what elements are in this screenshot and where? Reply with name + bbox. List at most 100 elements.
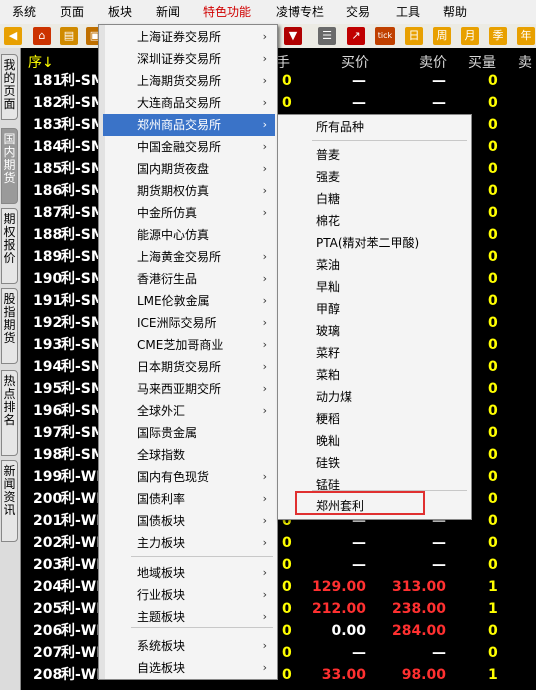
menu-7[interactable]: 工具	[396, 0, 420, 24]
column-header-sell[interactable]: 卖价	[419, 52, 447, 72]
menu-item-28[interactable]: 自选板块 ›	[103, 657, 275, 679]
week-icon[interactable]: 周	[433, 27, 451, 45]
list-view-icon[interactable]: ☰	[318, 27, 336, 45]
back-arrow-icon[interactable]: ◀	[4, 27, 22, 45]
menu-item-5[interactable]: 中国金融交易所 ›	[103, 136, 275, 158]
column-header-buy[interactable]: 买价	[341, 52, 369, 72]
submenu-item-2[interactable]: 强麦	[280, 166, 469, 188]
menu-item-16[interactable]: 马来西亚期交所 ›	[103, 378, 275, 400]
submenu-item-9[interactable]: 玻璃	[280, 320, 469, 342]
home-icon[interactable]: ⌂	[33, 27, 51, 45]
menu-item-label: 上海证券交易所	[137, 30, 222, 44]
side-tab-0[interactable]: 我的页面	[1, 54, 18, 120]
row-seq: 190	[33, 271, 63, 287]
submenu-item-1[interactable]: 普麦	[280, 144, 469, 166]
menu-item-label: 国际贵金属	[137, 426, 198, 440]
submenu-item-label: 硅铁	[316, 456, 341, 470]
side-tab-2[interactable]: 期权报价	[1, 208, 18, 284]
row-vol: 0	[488, 359, 498, 375]
chevron-right-icon: ›	[262, 184, 267, 197]
menu-4[interactable]: 特色功能	[203, 0, 251, 24]
row-vol: 0	[488, 337, 498, 353]
row-sell: 98.00	[401, 667, 446, 683]
row-buy: 129.00	[311, 579, 366, 595]
menu-item-18[interactable]: 国际贵金属	[103, 422, 275, 444]
menu-item-26[interactable]: 主题板块 ›	[103, 606, 275, 628]
submenu-item-4[interactable]: 棉花	[280, 210, 469, 232]
submenu-item-8[interactable]: 甲醇	[280, 298, 469, 320]
submenu-item-0[interactable]: 所有品种	[280, 116, 469, 138]
menu-item-label: ICE洲际交易所	[137, 316, 217, 330]
day-icon[interactable]: 日	[405, 27, 423, 45]
menu-6[interactable]: 交易	[346, 0, 370, 24]
menu-item-label: 全球外汇	[137, 404, 186, 418]
menu-1[interactable]: 页面	[60, 0, 84, 24]
submenu-item-10[interactable]: 菜籽	[280, 342, 469, 364]
menu-8[interactable]: 帮助	[443, 0, 467, 24]
side-tab-1[interactable]: 国内期货	[1, 128, 18, 204]
menu-item-0[interactable]: 上海证券交易所 ›	[103, 26, 275, 48]
tick-icon[interactable]: tick	[375, 27, 395, 45]
menu-5[interactable]: 凌博专栏	[276, 0, 324, 24]
chart-icon[interactable]: ↗	[347, 27, 365, 45]
menu-item-19[interactable]: 全球指数	[103, 444, 275, 466]
submenu-item-14[interactable]: 晚籼	[280, 430, 469, 452]
menu-3[interactable]: 新闻	[156, 0, 180, 24]
menu-item-12[interactable]: LME伦敦金属 ›	[103, 290, 275, 312]
menu-item-22[interactable]: 国债板块 ›	[103, 510, 275, 532]
submenu-item-3[interactable]: 白糖	[280, 188, 469, 210]
menu-item-14[interactable]: CME芝加哥商业 ›	[103, 334, 275, 356]
year-icon[interactable]: 年	[517, 27, 535, 45]
menu-0[interactable]: 系统	[12, 0, 36, 24]
menu-item-11[interactable]: 香港衍生品 ›	[103, 268, 275, 290]
row-shou: 0	[282, 667, 292, 683]
menu-item-3[interactable]: 大连商品交易所 ›	[103, 92, 275, 114]
menu-item-13[interactable]: ICE洲际交易所 ›	[103, 312, 275, 334]
submenu-item-5[interactable]: PTA(精对苯二甲酸)	[280, 232, 469, 254]
row-buy: —	[352, 557, 366, 573]
side-tab-3[interactable]: 股指期货	[1, 288, 18, 364]
menu-item-27[interactable]: 系统板块 ›	[103, 635, 275, 657]
menu-item-23[interactable]: 主力板块 ›	[103, 532, 275, 554]
book-icon[interactable]: ▤	[60, 27, 78, 45]
chevron-right-icon: ›	[262, 588, 267, 601]
menu-item-21[interactable]: 国债利率 ›	[103, 488, 275, 510]
menu-item-10[interactable]: 上海黄金交易所 ›	[103, 246, 275, 268]
column-header-shou[interactable]: 手	[276, 52, 290, 72]
side-tab-4[interactable]: 热点排名	[1, 370, 18, 456]
row-shou: 0	[282, 73, 292, 89]
submenu-item-15[interactable]: 硅铁	[280, 452, 469, 474]
menu-item-7[interactable]: 期货期权仿真 ›	[103, 180, 275, 202]
submenu-item-6[interactable]: 菜油	[280, 254, 469, 276]
menu-item-1[interactable]: 深圳证券交易所 ›	[103, 48, 275, 70]
column-header-sellq[interactable]: 卖	[518, 52, 532, 72]
quarter-icon[interactable]: 季	[489, 27, 507, 45]
menu-item-9[interactable]: 能源中心仿真	[103, 224, 275, 246]
column-header-buyvol[interactable]: 买量	[468, 52, 496, 72]
submenu-item-12[interactable]: 动力煤	[280, 386, 469, 408]
chevron-right-icon: ›	[262, 566, 267, 579]
column-header-seq[interactable]: 序↓	[28, 52, 54, 72]
submenu-item-label: 菜粕	[316, 368, 341, 382]
side-tab-5[interactable]: 新闻资讯	[1, 460, 18, 542]
menu-item-label: 主题板块	[137, 610, 186, 624]
submenu-item-7[interactable]: 早籼	[280, 276, 469, 298]
menu-item-24[interactable]: 地域板块 ›	[103, 562, 275, 584]
row-sell: —	[432, 557, 446, 573]
menu-item-17[interactable]: 全球外汇 ›	[103, 400, 275, 422]
submenu-item-11[interactable]: 菜粕	[280, 364, 469, 386]
row-seq: 207	[33, 645, 63, 661]
filter-icon[interactable]: ▼	[284, 27, 302, 45]
submenu-item-13[interactable]: 粳稻	[280, 408, 469, 430]
menu-item-8[interactable]: 中金所仿真 ›	[103, 202, 275, 224]
menu-item-6[interactable]: 国内期货夜盘 ›	[103, 158, 275, 180]
menu-item-25[interactable]: 行业板块 ›	[103, 584, 275, 606]
row-sell: —	[432, 535, 446, 551]
menu-item-15[interactable]: 日本期货交易所 ›	[103, 356, 275, 378]
chevron-right-icon: ›	[262, 272, 267, 285]
month-icon[interactable]: 月	[461, 27, 479, 45]
menu-item-20[interactable]: 国内有色现货 ›	[103, 466, 275, 488]
menu-2[interactable]: 板块	[108, 0, 132, 24]
menu-item-2[interactable]: 上海期货交易所 ›	[103, 70, 275, 92]
menu-item-4[interactable]: 郑州商品交易所 ›	[103, 114, 275, 136]
